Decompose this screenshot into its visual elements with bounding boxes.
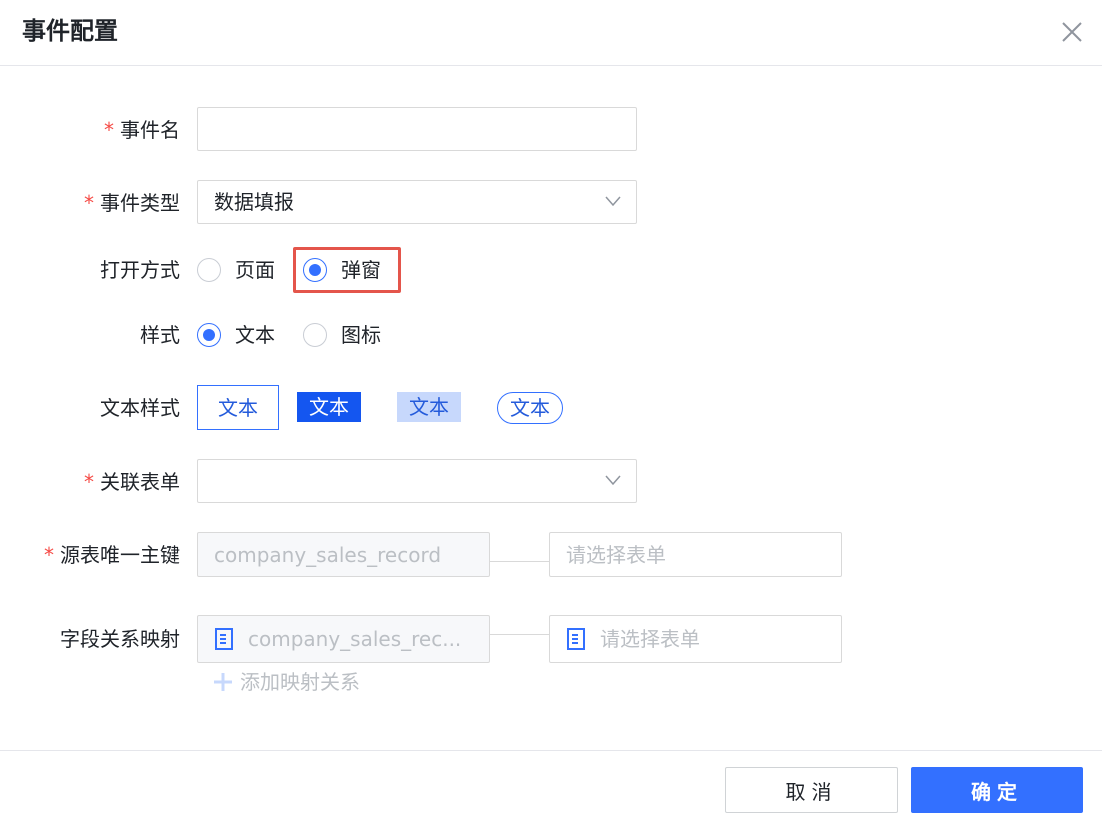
connector-line xyxy=(490,561,549,562)
confirm-button[interactable]: 确定 xyxy=(911,767,1083,813)
source-key-label: * 源表唯一主键 xyxy=(44,541,180,569)
cancel-button[interactable]: 取消 xyxy=(725,767,898,813)
add-mapping-button[interactable]: 添加映射关系 xyxy=(212,668,360,696)
chevron-down-icon xyxy=(605,475,621,486)
text-style-outlined[interactable]: 文本 xyxy=(197,385,279,430)
open-mode-option-popup[interactable]: 弹窗 xyxy=(303,256,381,284)
radio-circle xyxy=(197,258,221,282)
connector-line xyxy=(490,634,549,635)
chevron-down-icon xyxy=(605,196,621,207)
source-key-label-text: 源表唯一主键 xyxy=(60,543,180,567)
mapping-source-field[interactable]: company_sales_rec... xyxy=(197,615,490,663)
text-style-filled[interactable]: 文本 xyxy=(297,392,361,422)
event-type-select[interactable]: 数据填报 xyxy=(197,180,637,224)
mapping-source-value: company_sales_rec... xyxy=(248,627,462,651)
event-name-input[interactable] xyxy=(197,107,637,151)
style-radio-group: 文本 图标 xyxy=(197,321,381,349)
document-icon xyxy=(215,628,233,650)
style-option-label: 文本 xyxy=(235,323,275,347)
plus-icon xyxy=(214,673,232,691)
event-type-label: * 事件类型 xyxy=(84,189,180,217)
linked-form-label: * 关联表单 xyxy=(84,468,180,496)
event-name-label-text: 事件名 xyxy=(120,118,180,142)
open-mode-option-page[interactable]: 页面 xyxy=(197,256,275,284)
text-style-pill[interactable]: 文本 xyxy=(497,392,563,424)
open-mode-radio-group: 页面 弹窗 xyxy=(197,256,381,284)
dialog-title: 事件配置 xyxy=(22,17,118,45)
required-mark: * xyxy=(44,543,54,567)
required-mark: * xyxy=(104,118,114,142)
open-mode-option-label: 页面 xyxy=(235,258,275,282)
close-icon[interactable] xyxy=(1058,18,1086,46)
required-mark: * xyxy=(84,470,94,494)
event-type-value: 数据填报 xyxy=(214,190,294,214)
add-mapping-label: 添加映射关系 xyxy=(240,670,360,694)
document-icon xyxy=(567,628,585,650)
text-style-light[interactable]: 文本 xyxy=(397,392,461,422)
event-name-label: * 事件名 xyxy=(104,116,180,144)
required-mark: * xyxy=(84,191,94,215)
source-key-value: company_sales_record xyxy=(214,542,442,567)
source-key-input[interactable]: company_sales_record xyxy=(197,532,490,577)
style-option-text[interactable]: 文本 xyxy=(197,321,275,349)
radio-circle-selected xyxy=(197,323,221,347)
dialog-header: 事件配置 xyxy=(0,0,1102,66)
open-mode-label: 打开方式 xyxy=(100,258,180,282)
target-form-select[interactable]: 请选择表单 xyxy=(549,532,842,577)
style-option-icon[interactable]: 图标 xyxy=(303,321,381,349)
event-type-label-text: 事件类型 xyxy=(100,191,180,215)
style-option-label: 图标 xyxy=(341,323,381,347)
target-form-placeholder: 请选择表单 xyxy=(566,542,666,567)
open-mode-option-label: 弹窗 xyxy=(341,258,381,282)
linked-form-label-text: 关联表单 xyxy=(100,470,180,494)
field-mapping-label: 字段关系映射 xyxy=(60,627,180,651)
radio-circle xyxy=(303,323,327,347)
mapping-target-field[interactable]: 请选择表单 xyxy=(549,615,842,663)
style-label: 样式 xyxy=(140,323,180,347)
text-style-label: 文本样式 xyxy=(100,396,180,420)
linked-form-select[interactable] xyxy=(197,459,637,503)
mapping-target-placeholder: 请选择表单 xyxy=(600,627,700,651)
radio-circle-selected xyxy=(303,258,327,282)
